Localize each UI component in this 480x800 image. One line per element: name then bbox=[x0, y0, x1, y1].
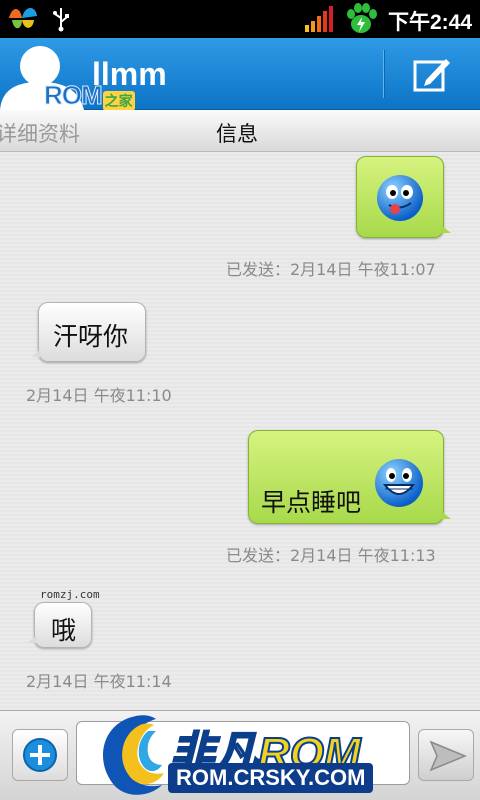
feifan-logo-icon bbox=[102, 715, 164, 795]
tab-bar: 详细资料 信息 bbox=[0, 110, 480, 152]
brand-url: ROM.CRSKY.COM bbox=[168, 763, 374, 793]
status-bar: 下午2:44 bbox=[0, 0, 480, 38]
compose-icon bbox=[413, 59, 450, 92]
message-bubble-outgoing[interactable] bbox=[356, 156, 451, 238]
plus-circle-icon bbox=[23, 738, 57, 772]
compose-button[interactable] bbox=[412, 56, 452, 94]
signal-bars-icon bbox=[304, 5, 334, 37]
msn-butterfly-icon bbox=[6, 4, 40, 38]
message-text: 早点睡吧 bbox=[261, 488, 362, 517]
message-text: 哦 bbox=[51, 616, 77, 645]
tab-messages[interactable]: 信息 bbox=[216, 118, 258, 148]
romzj-watermark: romzj.com bbox=[40, 588, 100, 601]
tongue-smiley-icon bbox=[375, 173, 425, 229]
baidu-paw-icon bbox=[344, 3, 378, 39]
message-list[interactable]: 已发送：2月14日 午夜11:07 汗呀你 2月14日 午夜11:10 早点睡吧… bbox=[0, 152, 480, 710]
status-time: 下午2:44 bbox=[387, 11, 472, 34]
message-timestamp: 2月14日 午夜11:14 bbox=[26, 672, 172, 691]
compose-bar: 非凡ROM ROM.CRSKY.COM bbox=[0, 710, 480, 800]
conversation-header: ROM 之家 llmm bbox=[0, 38, 480, 111]
grin-smiley-icon bbox=[373, 457, 425, 515]
message-timestamp: 已发送：2月14日 午夜11:13 bbox=[226, 546, 436, 565]
tab-details[interactable]: 详细资料 bbox=[0, 118, 80, 148]
contact-name: llmm bbox=[92, 56, 167, 92]
message-bubble-incoming[interactable]: 汗呀你 bbox=[31, 302, 146, 362]
message-bubble-incoming[interactable]: 哦 bbox=[27, 602, 92, 648]
message-timestamp: 已发送：2月14日 午夜11:07 bbox=[226, 260, 436, 279]
usb-icon bbox=[52, 6, 70, 36]
send-button[interactable] bbox=[418, 729, 474, 781]
feifan-rom-watermark: 非凡ROM ROM.CRSKY.COM bbox=[92, 711, 422, 800]
attach-button[interactable] bbox=[12, 729, 68, 781]
send-arrow-icon bbox=[429, 740, 467, 772]
message-text: 汗呀你 bbox=[53, 322, 129, 351]
header-divider bbox=[383, 50, 385, 98]
message-bubble-outgoing[interactable]: 早点睡吧 bbox=[248, 430, 451, 524]
message-timestamp: 2月14日 午夜11:10 bbox=[26, 386, 172, 405]
